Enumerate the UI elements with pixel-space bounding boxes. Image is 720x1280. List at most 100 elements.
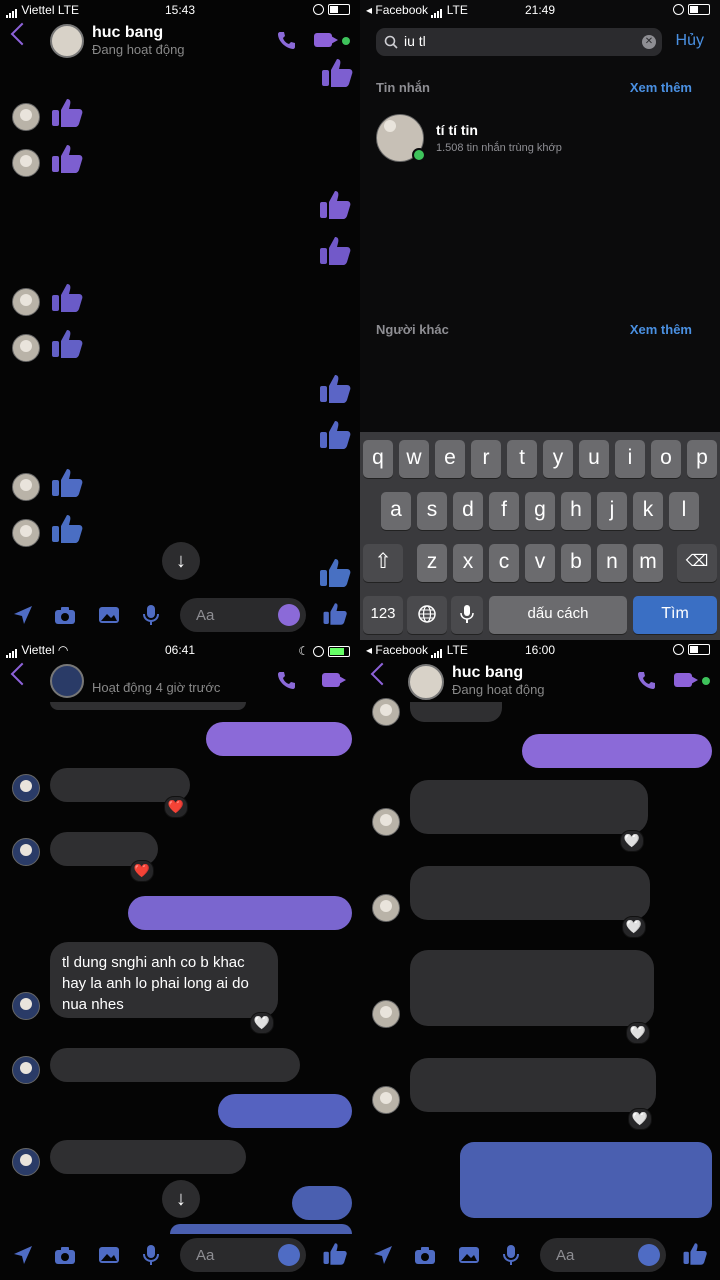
thumbs-up-icon[interactable] bbox=[322, 1241, 348, 1267]
see-more-link[interactable]: Xem thêm bbox=[630, 80, 692, 95]
camera-icon[interactable] bbox=[414, 1244, 436, 1266]
search-button[interactable]: Tìm bbox=[633, 596, 717, 634]
location-icon[interactable] bbox=[12, 1244, 34, 1266]
key[interactable]: r bbox=[471, 440, 501, 478]
back-icon[interactable] bbox=[10, 662, 34, 686]
heart-reaction-icon[interactable]: 🤍 bbox=[250, 1012, 274, 1034]
heart-reaction-icon[interactable]: ❤️ bbox=[130, 860, 154, 882]
key[interactable]: d bbox=[453, 492, 483, 530]
message-bubble[interactable] bbox=[292, 1186, 352, 1220]
search-input[interactable]: iu tl ✕ bbox=[376, 28, 662, 56]
contact-name[interactable]: huc bang bbox=[452, 664, 523, 682]
key[interactable]: m bbox=[633, 544, 663, 582]
message-bubble[interactable] bbox=[206, 722, 352, 756]
message-bubble[interactable] bbox=[128, 896, 352, 930]
emoji-icon[interactable] bbox=[638, 1244, 660, 1266]
camera-icon[interactable] bbox=[54, 604, 76, 626]
composer-bar: Aa bbox=[360, 1230, 720, 1280]
back-icon[interactable] bbox=[370, 662, 394, 686]
heart-reaction-icon[interactable]: 🤍 bbox=[620, 830, 644, 852]
key[interactable]: c bbox=[489, 544, 519, 582]
phone-icon[interactable] bbox=[636, 670, 656, 690]
message-bubble[interactable] bbox=[460, 1142, 712, 1218]
key[interactable]: s bbox=[417, 492, 447, 530]
key[interactable]: a bbox=[381, 492, 411, 530]
mic-icon[interactable] bbox=[500, 1244, 522, 1266]
heart-reaction-icon[interactable]: 🤍 bbox=[626, 1022, 650, 1044]
mic-icon[interactable] bbox=[140, 1244, 162, 1266]
numbers-key[interactable]: 123 bbox=[363, 596, 403, 634]
key[interactable]: b bbox=[561, 544, 591, 582]
message-bubble[interactable] bbox=[50, 702, 246, 710]
heart-reaction-icon[interactable]: ❤️ bbox=[164, 796, 188, 818]
image-icon[interactable] bbox=[98, 1244, 120, 1266]
video-icon[interactable] bbox=[322, 673, 346, 687]
key[interactable]: n bbox=[597, 544, 627, 582]
emoji-icon[interactable] bbox=[278, 604, 300, 626]
key[interactable]: z bbox=[417, 544, 447, 582]
message-bubble[interactable] bbox=[218, 1094, 352, 1128]
heart-reaction-icon[interactable]: 🤍 bbox=[622, 916, 646, 938]
cancel-button[interactable]: Hủy bbox=[676, 32, 704, 50]
key[interactable]: l bbox=[669, 492, 699, 530]
key[interactable]: j bbox=[597, 492, 627, 530]
message-bubble[interactable] bbox=[410, 780, 648, 834]
message-bubble[interactable] bbox=[50, 1048, 300, 1082]
clear-icon[interactable]: ✕ bbox=[642, 35, 656, 49]
video-icon[interactable] bbox=[314, 33, 338, 47]
key[interactable]: w bbox=[399, 440, 429, 478]
key[interactable]: v bbox=[525, 544, 555, 582]
message-input[interactable]: Aa bbox=[540, 1238, 666, 1272]
message-bubble[interactable] bbox=[50, 1140, 246, 1174]
key[interactable]: k bbox=[633, 492, 663, 530]
location-icon[interactable] bbox=[372, 1244, 394, 1266]
contact-name[interactable]: huc bang bbox=[92, 24, 163, 42]
message-bubble[interactable] bbox=[410, 866, 650, 920]
camera-icon[interactable] bbox=[54, 1244, 76, 1266]
back-icon[interactable] bbox=[10, 22, 34, 46]
message-input[interactable]: Aa bbox=[180, 1238, 306, 1272]
mic-icon[interactable] bbox=[140, 604, 162, 626]
thumbs-up-icon[interactable] bbox=[682, 1241, 708, 1267]
search-result[interactable]: tí tí tin 1.508 tin nhắn trùng khớp bbox=[360, 108, 720, 168]
phone-icon[interactable] bbox=[276, 30, 296, 50]
phone-icon[interactable] bbox=[276, 670, 296, 690]
key[interactable]: h bbox=[561, 492, 591, 530]
key[interactable]: t bbox=[507, 440, 537, 478]
key[interactable]: o bbox=[651, 440, 681, 478]
image-icon[interactable] bbox=[98, 604, 120, 626]
see-more-link[interactable]: Xem thêm bbox=[630, 322, 692, 337]
thumbs-up-icon bbox=[320, 191, 351, 219]
message-bubble[interactable] bbox=[410, 1058, 656, 1112]
key[interactable]: y bbox=[543, 440, 573, 478]
avatar[interactable] bbox=[408, 664, 444, 700]
key[interactable]: x bbox=[453, 544, 483, 582]
key[interactable]: f bbox=[489, 492, 519, 530]
space-key[interactable]: dấu cách bbox=[489, 596, 627, 634]
message-bubble[interactable] bbox=[410, 950, 654, 1026]
globe-icon[interactable] bbox=[407, 596, 447, 634]
emoji-icon[interactable] bbox=[278, 1244, 300, 1266]
avatar[interactable] bbox=[50, 664, 84, 698]
key[interactable]: q bbox=[363, 440, 393, 478]
location-icon[interactable] bbox=[12, 604, 34, 626]
backspace-key[interactable]: ⌫ bbox=[677, 544, 717, 582]
key[interactable]: u bbox=[579, 440, 609, 478]
message-bubble[interactable] bbox=[522, 734, 712, 768]
key[interactable]: p bbox=[687, 440, 717, 478]
video-icon[interactable] bbox=[674, 673, 698, 687]
chevron-down-icon[interactable]: ↓ bbox=[162, 542, 200, 580]
shift-key[interactable]: ⇧ bbox=[363, 544, 403, 582]
chevron-down-icon[interactable]: ↓ bbox=[162, 1180, 200, 1218]
avatar[interactable] bbox=[50, 24, 84, 58]
message-bubble[interactable] bbox=[410, 702, 502, 722]
thumbs-up-icon[interactable] bbox=[322, 601, 348, 627]
message-input[interactable]: Aa bbox=[180, 598, 306, 632]
key[interactable]: i bbox=[615, 440, 645, 478]
mic-icon[interactable] bbox=[451, 596, 483, 634]
message-bubble[interactable]: tl dung snghi anh co b khac hay la anh l… bbox=[50, 942, 278, 1018]
heart-reaction-icon[interactable]: 🤍 bbox=[628, 1108, 652, 1130]
key[interactable]: g bbox=[525, 492, 555, 530]
image-icon[interactable] bbox=[458, 1244, 480, 1266]
key[interactable]: e bbox=[435, 440, 465, 478]
